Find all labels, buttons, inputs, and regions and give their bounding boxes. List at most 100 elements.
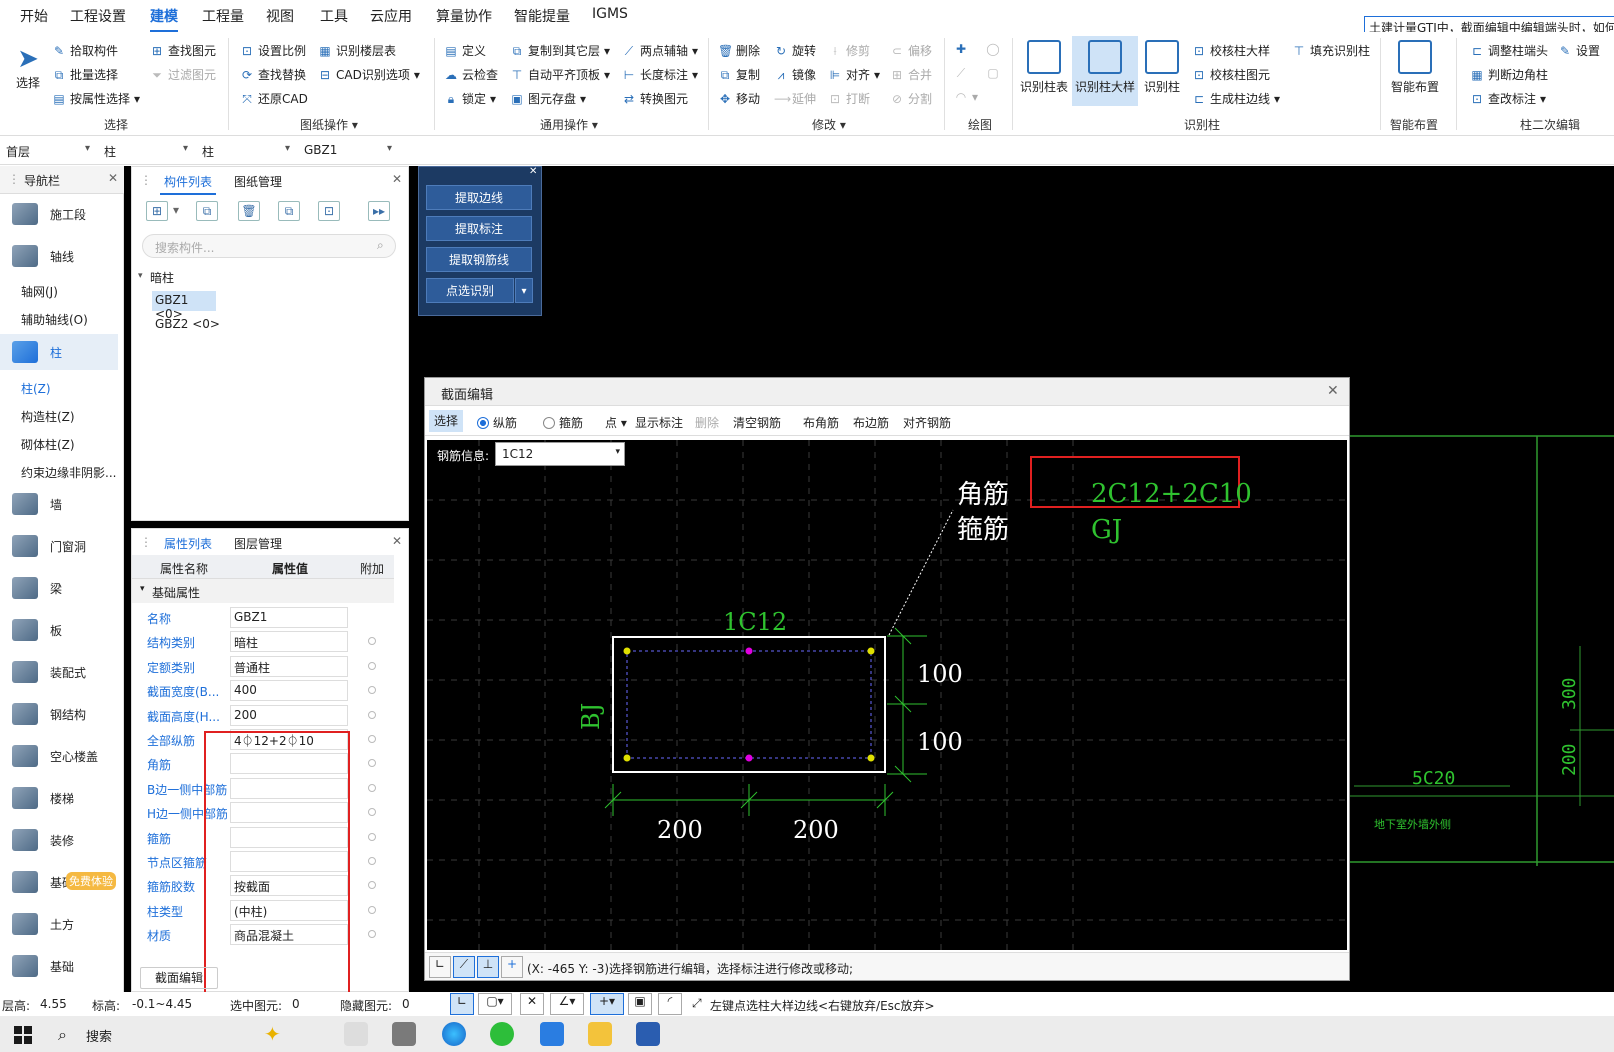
rotate-button[interactable]: ↻ 旋转 xyxy=(774,42,816,59)
nav-sub-masonry-column[interactable]: 砌体柱(Z) xyxy=(21,436,75,453)
save-element-button[interactable]: ▣ 图元存盘 ▾ xyxy=(510,90,586,107)
nav-sub-axis-grid[interactable]: 轴网(J) xyxy=(21,283,58,300)
dimension-icon[interactable]: + xyxy=(501,956,523,978)
merge-button[interactable]: ⊞ 合并 xyxy=(890,66,932,83)
component-search-box[interactable]: 搜索构件... ⌕ xyxy=(142,234,396,258)
layer-icon[interactable]: ▣ xyxy=(628,993,652,1015)
settings-button[interactable]: ✎ 设置 xyxy=(1558,42,1600,59)
component-select[interactable]: GBZ1 xyxy=(300,141,396,161)
layer-copy-icon[interactable]: ⧉ xyxy=(278,201,300,221)
nav-item-construction-section[interactable]: 施工段 xyxy=(0,196,118,232)
nav-item-door-window[interactable]: 门窗洞 xyxy=(0,528,118,564)
menu-tools[interactable]: 工具 xyxy=(320,6,348,26)
angle-icon[interactable]: ∠▾ xyxy=(550,993,584,1015)
new-component-icon[interactable]: ⊞ xyxy=(146,201,168,221)
property-value-field[interactable]: 200 xyxy=(230,704,348,726)
tab-drawing-manage[interactable]: 图纸管理 xyxy=(234,173,282,190)
section-cad-canvas[interactable]: 角筋 箍筋 2C12+2C10 GJ 1C12 BJ 100 100 200 2… xyxy=(427,440,1347,950)
menu-igms[interactable]: IGMS xyxy=(592,6,628,22)
menu-cloud[interactable]: 云应用 xyxy=(370,6,412,26)
chevron-down-icon[interactable]: ▾ xyxy=(170,201,182,221)
close-icon[interactable]: ✕ xyxy=(392,534,402,548)
column-section-outline[interactable] xyxy=(612,636,886,773)
select-big-button[interactable]: ➤ 选择 xyxy=(0,36,56,106)
offset-button[interactable]: ⊂ 偏移 xyxy=(890,42,932,59)
menu-modeling[interactable]: 建模 xyxy=(150,6,178,33)
snap-line-icon[interactable]: ⟋ xyxy=(453,956,475,978)
search-icon[interactable]: ⌕ xyxy=(377,238,384,253)
delete-rebar-button[interactable]: 删除 xyxy=(695,414,719,431)
nav-item-wall[interactable]: 墙 xyxy=(0,486,118,522)
nav-item-stairs[interactable]: 楼梯 xyxy=(0,780,118,816)
draw-line-button[interactable]: ⟋ xyxy=(954,66,968,80)
property-value-field[interactable]: GBZ1 xyxy=(230,607,348,628)
judge-corner-column-button[interactable]: ▦ 判断边角柱 xyxy=(1470,66,1548,83)
generate-edge-button[interactable]: ⊏ 生成柱边线 ▾ xyxy=(1192,90,1280,107)
draw-circle-button[interactable]: ◯ xyxy=(986,42,1000,56)
stirrup-radio[interactable]: 箍筋 xyxy=(543,414,583,431)
rect-select-icon[interactable]: ▢▾ xyxy=(478,993,512,1015)
place-edge-rebar-button[interactable]: 布边筋 xyxy=(853,414,889,431)
point-mode-dropdown[interactable]: 点 ▾ xyxy=(605,414,627,431)
nav-item-column[interactable]: 柱 xyxy=(0,334,118,370)
tree-root[interactable]: 暗柱 xyxy=(150,269,174,286)
dim-height-1[interactable]: 100 xyxy=(917,660,963,688)
extra-dot-icon[interactable] xyxy=(368,759,376,768)
nav-sub-boundary-element[interactable]: 约束边缘非阴影... xyxy=(21,464,116,481)
close-icon[interactable]: ✕ xyxy=(529,166,537,177)
nav-item-foundation-2[interactable]: 基础 xyxy=(0,948,118,984)
align-rebar-button[interactable]: 对齐钢筋 xyxy=(903,414,951,431)
check-column-element-button[interactable]: ⊡ 校核柱图元 xyxy=(1192,66,1270,83)
extract-label-button[interactable]: 提取标注 xyxy=(426,216,532,241)
find-replace-button[interactable]: ⟳ 查找替换 xyxy=(240,66,306,83)
drag-handle-icon[interactable]: ⋮ xyxy=(140,535,152,549)
close-icon[interactable]: ✕ xyxy=(392,172,402,186)
tab-property-list[interactable]: 属性列表 xyxy=(159,535,217,557)
ortho-icon[interactable]: ∟ xyxy=(450,993,474,1015)
delete-component-icon[interactable]: 🗑︎ xyxy=(238,201,260,221)
extra-dot-icon[interactable] xyxy=(368,857,376,865)
nav-item-beam[interactable]: 梁 xyxy=(0,570,118,606)
extra-dot-icon[interactable] xyxy=(368,905,376,914)
cad-viewer-icon[interactable] xyxy=(636,1022,660,1046)
tab-component-list[interactable]: 构件列表 xyxy=(159,173,217,195)
corner-rebar-dot[interactable] xyxy=(623,754,631,762)
rebar-info-select[interactable]: 1C12 ▾ xyxy=(495,442,625,466)
draw-rect-button[interactable]: ▢ xyxy=(986,66,1000,80)
nav-item-steel[interactable]: 钢结构 xyxy=(0,696,118,732)
calculator-icon[interactable] xyxy=(392,1022,416,1046)
break-button[interactable]: ⊡ 打断 xyxy=(828,90,870,107)
tree-collapse-icon[interactable]: ▾ xyxy=(138,271,143,281)
check-column-detail-button[interactable]: ⊡ 校核柱大样 xyxy=(1192,42,1270,59)
rebar-spec-label[interactable]: 2C12+2C10 xyxy=(1091,479,1252,509)
perpendicular-icon[interactable]: ⊥ xyxy=(477,956,499,978)
section-edit-button[interactable]: 截面编辑 xyxy=(140,967,218,989)
wechat-icon[interactable] xyxy=(490,1022,514,1046)
adjust-column-end-button[interactable]: ⊏ 调整柱端头 xyxy=(1470,42,1548,59)
extra-dot-icon[interactable] xyxy=(368,783,376,792)
arc-tool-icon[interactable]: ◜ xyxy=(658,993,682,1015)
nav-item-decoration[interactable]: 装修 xyxy=(0,822,118,858)
stirrup-line[interactable] xyxy=(626,650,872,759)
copy-to-layer-button[interactable]: ⧉ 复制到其它层 ▾ xyxy=(510,42,610,59)
extract-rebar-line-button[interactable]: 提取钢筋线 xyxy=(426,247,532,272)
property-group-basic[interactable]: ▾ 基础属性 xyxy=(132,579,394,603)
recognize-column-table-button[interactable]: 识别柱表 xyxy=(1016,36,1072,106)
dim-width-1[interactable]: 200 xyxy=(657,816,703,844)
corner-rebar-dot[interactable] xyxy=(867,647,875,655)
nav-item-earthwork[interactable]: 土方 xyxy=(0,906,118,942)
subcategory-select[interactable]: 柱 xyxy=(198,141,294,161)
more-icon[interactable]: ▸▸ xyxy=(368,201,390,221)
restore-cad-button[interactable]: ⤧ 还原CAD xyxy=(240,90,308,107)
menu-smart[interactable]: 智能提量 xyxy=(514,6,570,26)
nav-sub-constructional-column[interactable]: 构造柱(Z) xyxy=(21,408,75,425)
batch-select-button[interactable]: ⧉ 批量选择 xyxy=(52,66,118,83)
property-value-field[interactable]: 400 xyxy=(230,680,348,702)
menu-start[interactable]: 开始 xyxy=(20,6,48,26)
group-title-common[interactable]: 通用操作 ▾ xyxy=(540,116,598,133)
extra-dot-icon[interactable] xyxy=(368,686,376,695)
file-explorer-icon[interactable] xyxy=(588,1022,612,1046)
property-row[interactable]: 结构类别 暗柱 xyxy=(132,629,394,654)
pick-component-button[interactable]: ✎ 拾取构件 xyxy=(52,42,118,59)
extra-dot-icon[interactable] xyxy=(368,735,376,743)
